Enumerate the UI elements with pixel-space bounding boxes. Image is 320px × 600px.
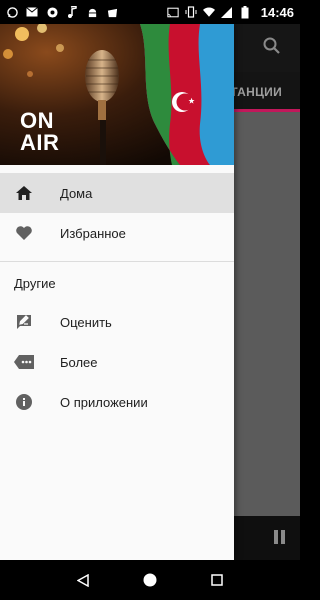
drawer-menu: Дома Избранное Другие Оценить Более О пр… [0,165,234,422]
status-bar: 14:46 [0,0,300,24]
system-icons: 14:46 [167,5,294,20]
drawer-header-image: ON AIR [0,24,234,165]
system-nav-bar [0,560,300,600]
notification-icons [6,6,118,18]
clock: 14:46 [260,4,294,20]
info-icon [14,392,34,412]
cast-icon [167,6,179,18]
divider [0,261,234,262]
chrome-icon [46,6,58,18]
vibrate-icon [185,6,197,18]
on-air-line2: AIR [20,130,60,155]
menu-item-rate[interactable]: Оценить [0,302,234,342]
on-air-text: ON AIR [20,110,59,154]
whatsapp-icon [6,6,18,18]
navigation-drawer: ON AIR Дома Избранное Другие Оценить Бол… [0,24,234,560]
search-icon[interactable] [262,36,284,58]
home-icon [14,183,34,203]
recents-icon[interactable] [207,570,227,590]
back-icon[interactable] [73,570,93,590]
android-icon [86,6,98,18]
menu-item-label: Дома [60,185,93,201]
rate-icon [14,312,34,332]
home-circle-icon[interactable] [140,570,160,590]
menu-item-label: Более [60,354,98,370]
menu-item-more[interactable]: Более [0,342,234,382]
battery-icon [239,5,251,18]
shopping-bag-icon [106,6,118,18]
menu-item-label: Избранное [60,225,126,241]
menu-item-home[interactable]: Дома [0,173,234,213]
menu-item-label: Оценить [60,314,112,330]
pause-icon[interactable] [274,530,286,544]
music-icon [66,6,78,18]
wifi-icon [202,6,215,18]
heart-icon [14,223,34,243]
on-air-line1: ON [20,108,54,133]
menu-item-about[interactable]: О приложении [0,382,234,422]
menu-item-label: О приложении [60,394,148,410]
menu-item-favorites[interactable]: Избранное [0,213,234,253]
section-title-other: Другие [14,276,56,291]
signal-icon [221,6,233,18]
more-icon [14,352,34,372]
mail-icon [26,6,38,18]
